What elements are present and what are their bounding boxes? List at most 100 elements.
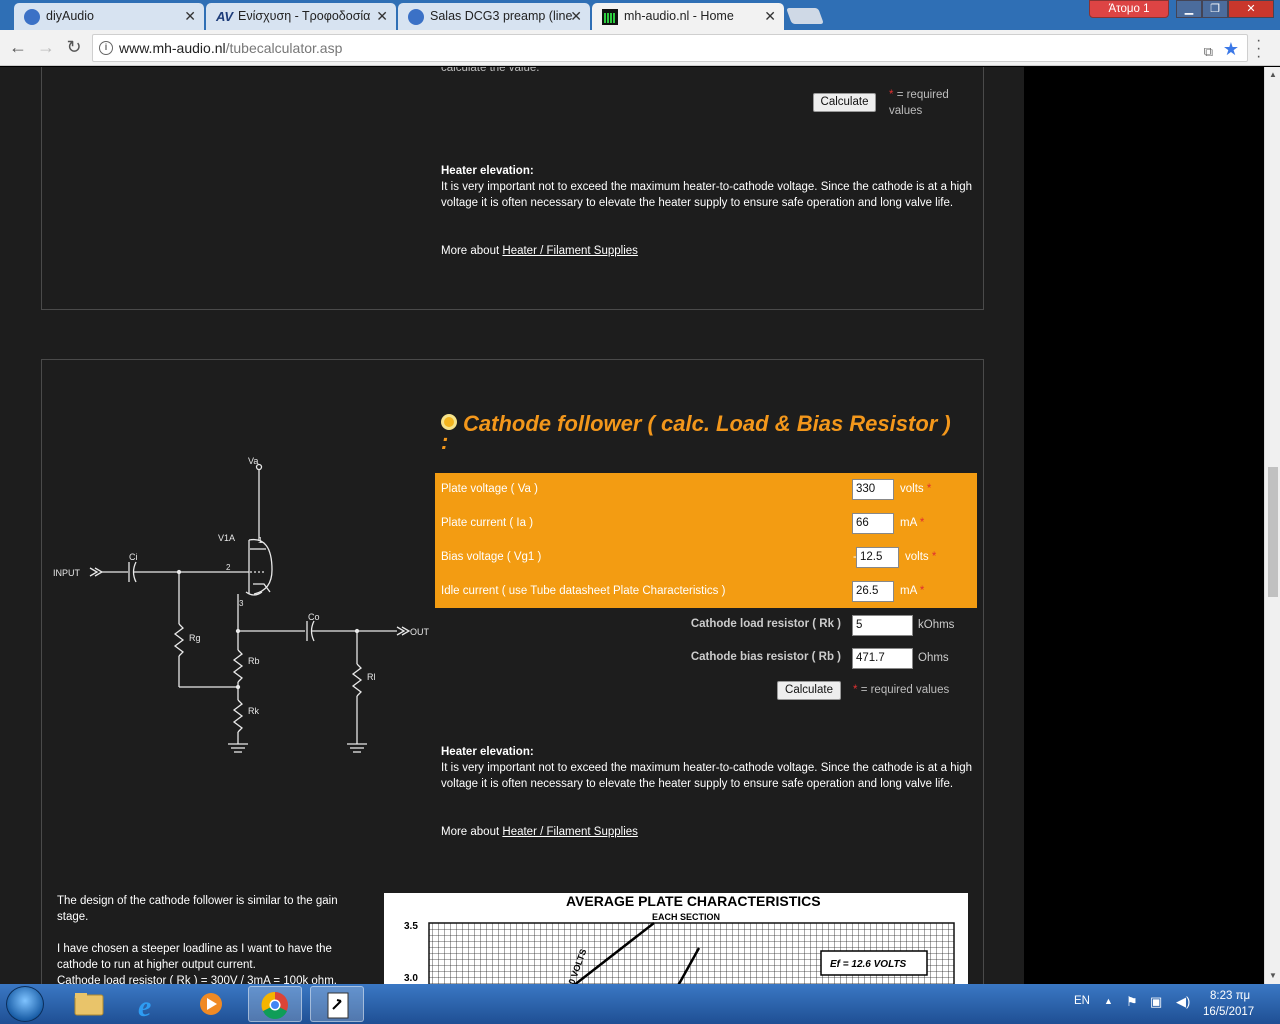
input-label: INPUT (53, 568, 81, 578)
browser-toolbar: ← → ↻ i www.mh-audio.nl/tubecalculator.a… (0, 30, 1280, 66)
start-button[interactable] (6, 986, 44, 1022)
required-star: * (919, 517, 925, 529)
cut-off-text: calculate the value. (441, 67, 540, 74)
scroll-thumb[interactable] (1268, 467, 1278, 597)
cathode-follower-heading: Cathode follower ( calc. Load & Bias Res… (441, 412, 961, 453)
cathode-follower-schematic: Va V1A Ci INPUT 1 2 3 Co OUT Rg Rb Rl Rk (53, 456, 430, 753)
svg-text:e: e (138, 990, 151, 1022)
tab-diyaudio[interactable]: diyAudio ✕ (14, 3, 204, 30)
required-star: * (889, 89, 894, 101)
y-tick-3-5: 3.5 (404, 921, 418, 932)
co-label: Co (308, 612, 320, 622)
media-player-button[interactable] (186, 986, 240, 1022)
plate-voltage-input[interactable]: 330 (852, 479, 894, 500)
profile-button[interactable]: Άτομο 1 (1089, 0, 1169, 18)
network-icon[interactable]: ▣ (1150, 994, 1162, 1010)
tab-salas-dcg3[interactable]: Salas DCG3 preamp (line ✕ (398, 3, 590, 30)
minimize-button[interactable]: ▁ (1176, 0, 1202, 18)
forward-button[interactable]: → (34, 35, 58, 59)
tab-mh-audio[interactable]: mh-audio.nl - Home ✕ (592, 3, 784, 30)
required-star: * (919, 585, 925, 597)
rg-label: Rg (189, 633, 201, 643)
scroll-up-arrow-icon[interactable]: ▲ (1265, 67, 1280, 83)
window-close-button[interactable]: ✕ (1228, 0, 1274, 18)
plate-current-input[interactable]: 66 (852, 513, 894, 534)
tab-close-icon[interactable]: ✕ (184, 3, 196, 30)
language-indicator[interactable]: EN (1074, 995, 1090, 1007)
clock-time[interactable]: 8:23 πμ (1210, 990, 1250, 1002)
plate-current-unit: mA * (900, 517, 924, 529)
graph-subtitle: EACH SECTION (652, 912, 720, 922)
page-viewport: calculate the value. Calculate * = requi… (0, 67, 1264, 984)
translate-icon[interactable]: ⧉ (1204, 39, 1213, 65)
mh-audio-favicon-icon (602, 9, 618, 25)
rb-label: Rb (248, 656, 260, 666)
tab-close-icon[interactable]: ✕ (570, 3, 582, 30)
file-explorer-button[interactable] (62, 986, 116, 1022)
bookmark-star-icon[interactable]: ★ (1223, 36, 1239, 62)
diyaudio-favicon-icon (408, 9, 424, 25)
chrome-button[interactable] (248, 986, 302, 1022)
reload-icon: ↻ (66, 37, 82, 57)
chrome-menu-icon[interactable]: · · · (1256, 33, 1261, 65)
unit-text: mA (900, 585, 917, 597)
out-label: OUT (410, 627, 430, 637)
maximize-button[interactable]: ❐ (1202, 0, 1228, 18)
heading-text: Cathode follower ( calc. Load & Bias Res… (441, 411, 951, 455)
tab-enisxysi[interactable]: AV Ενίσχυση - Τροφοδοσία ✕ (206, 3, 396, 30)
calculate-button-top[interactable]: Calculate (813, 93, 876, 112)
description-paragraph-1: The design of the cathode follower is si… (57, 895, 338, 923)
address-bar[interactable]: i www.mh-audio.nl/tubecalculator.asp ⧉ ★ (92, 34, 1248, 62)
idle-current-label: Idle current ( use Tube datasheet Plate … (441, 585, 726, 597)
internet-explorer-button[interactable]: e (124, 986, 178, 1023)
restore-icon: ❐ (1210, 3, 1220, 15)
cathode-bias-resistor-label: Cathode bias resistor ( Rb ) (690, 651, 841, 663)
cathode-load-resistor-label: Cathode load resistor ( Rk ) (690, 618, 841, 630)
right-margin (1024, 67, 1264, 984)
ci-label: Ci (129, 552, 138, 562)
cathode-bias-resistor-output[interactable]: 471.7 (852, 648, 913, 669)
scroll-down-arrow-icon[interactable]: ▼ (1265, 968, 1280, 984)
heater-elevation-title-top: Heater elevation: (441, 165, 534, 177)
v1a-label: V1A (218, 533, 235, 543)
description-paragraph-3: Cathode load resistor ( Rk ) = 300V / 3m… (57, 975, 337, 984)
document-icon (327, 992, 349, 1019)
page-scrollbar[interactable]: ▲ ▼ (1264, 67, 1280, 984)
action-center-flag-icon[interactable]: ⚑ (1126, 994, 1138, 1010)
reload-button[interactable]: ↻ (62, 35, 86, 59)
heater-elevation-text-top: It is very important not to exceed the m… (441, 181, 972, 209)
forward-arrow-icon: → (37, 37, 55, 57)
document-app-button[interactable] (310, 986, 364, 1022)
required-text: = required values (860, 684, 950, 696)
orange-bullet-icon (441, 414, 457, 431)
va-label: Va (248, 456, 258, 466)
site-info-icon[interactable]: i (99, 41, 113, 55)
heater-supplies-link-top[interactable]: Heater / Filament Supplies (502, 245, 638, 257)
new-tab-button[interactable] (786, 8, 824, 24)
back-arrow-icon: ← (9, 37, 27, 57)
tab-close-icon[interactable]: ✕ (764, 3, 776, 30)
volume-icon[interactable]: ◀) (1176, 994, 1190, 1010)
url-path: /tubecalculator.asp (225, 40, 343, 56)
back-button[interactable]: ← (6, 35, 30, 59)
ef-label: Ef = 12.6 VOLTS (830, 959, 907, 970)
cathode-load-resistor-output[interactable]: 5 (852, 615, 913, 636)
show-hidden-icons-icon[interactable]: ▲ (1104, 996, 1113, 1006)
media-player-icon (200, 993, 222, 1015)
tab-close-icon[interactable]: ✕ (376, 3, 388, 30)
required-note: * = required values (853, 682, 949, 698)
close-icon: ✕ (1246, 3, 1256, 15)
pin1-label: 1 (258, 536, 263, 545)
calculate-button[interactable]: Calculate (777, 681, 841, 700)
bias-voltage-input[interactable]: 12.5 (856, 547, 899, 568)
heater-supplies-link[interactable]: Heater / Filament Supplies (502, 826, 638, 838)
description-paragraph-2: I have chosen a steeper loadline as I wa… (57, 943, 332, 971)
clock-date[interactable]: 16/5/2017 (1203, 1006, 1254, 1018)
windows-taskbar: e EN ▲ ⚑ ▣ ◀) 8:23 πμ 16/5/2017 (0, 984, 1280, 1024)
tab-title: Salas DCG3 preamp (line (430, 9, 573, 23)
plate-current-label: Plate current ( Ia ) (441, 517, 534, 529)
idle-current-input[interactable]: 26.5 (852, 581, 894, 602)
av-favicon-icon: AV (216, 9, 234, 24)
tube-envelope-icon (248, 538, 273, 595)
minimize-icon: ▁ (1184, 3, 1194, 15)
